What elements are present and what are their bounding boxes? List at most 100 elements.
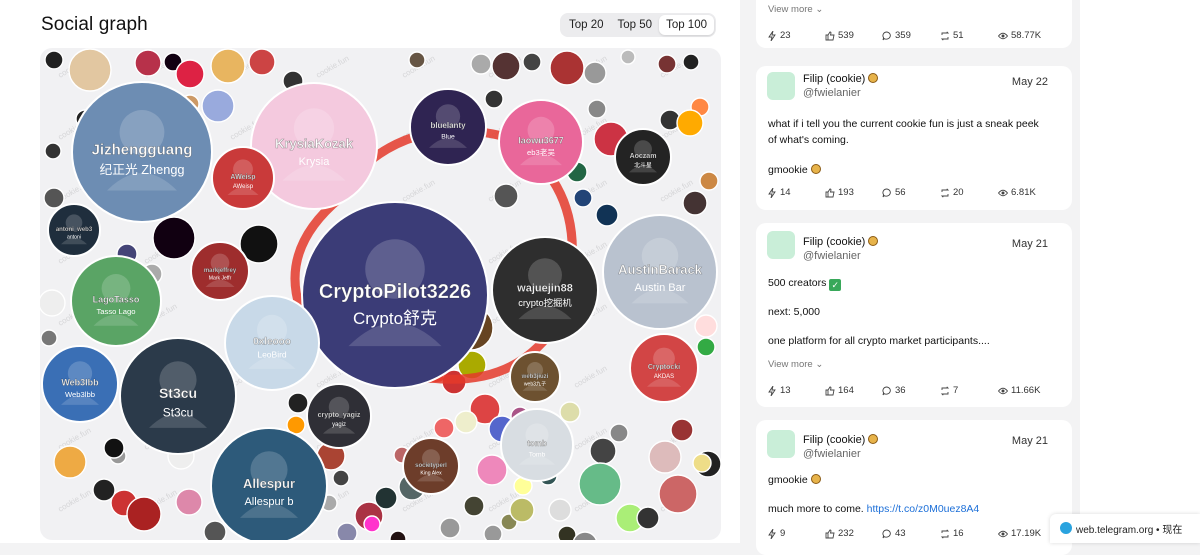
bubble-label: societyperl [415, 463, 447, 469]
user-bubble[interactable] [44, 142, 62, 160]
user-bubble[interactable] [103, 437, 125, 459]
retweets-stat[interactable]: 16 [940, 528, 998, 539]
bubble-label: Allespur [243, 476, 295, 491]
views-stat[interactable]: 58.77K [998, 30, 1041, 41]
fire-stat[interactable]: 23 [767, 30, 825, 41]
user-bubble[interactable] [578, 462, 622, 506]
user-bubble[interactable] [589, 437, 617, 465]
user-bubble[interactable] [522, 52, 542, 72]
user-bubble[interactable] [134, 49, 162, 77]
user-bubble[interactable] [491, 51, 521, 81]
likes-stat[interactable]: 164 [825, 385, 882, 396]
user-bubble[interactable] [454, 410, 478, 434]
likes-stat[interactable]: 232 [825, 528, 882, 539]
user-bubble[interactable] [696, 337, 716, 357]
fire-stat[interactable]: 13 [767, 385, 825, 396]
user-bubble[interactable] [509, 497, 535, 523]
user-bubble[interactable] [595, 203, 619, 227]
likes-stat[interactable]: 539 [825, 30, 882, 41]
user-bubble[interactable] [363, 515, 381, 533]
avatar[interactable] [767, 231, 795, 259]
view-more-link[interactable]: View more ⌄ [768, 359, 823, 370]
tab-top-50[interactable]: Top 50 [611, 15, 660, 35]
user-bubble[interactable] [92, 478, 116, 502]
views-stat[interactable]: 6.81K [998, 187, 1036, 198]
user-bubble[interactable] [573, 188, 593, 208]
user-bubble[interactable] [389, 530, 407, 540]
replies-stat[interactable]: 359 [882, 30, 940, 41]
user-bubble[interactable] [248, 48, 276, 76]
social-graph-canvas[interactable]: cookie.fun cookie.fun cookie.fun cookie.fun… [40, 48, 721, 540]
bubble-sublabel: eb3老吴 [527, 147, 555, 157]
user-bubble[interactable] [40, 289, 66, 317]
tab-top-100[interactable]: Top 100 [659, 15, 714, 35]
user-bubble[interactable] [40, 329, 58, 347]
retweets-stat[interactable]: 7 [940, 385, 998, 396]
user-bubble[interactable] [374, 486, 398, 510]
user-bubble[interactable] [557, 525, 577, 540]
bubble-label: bluelanty [430, 121, 466, 130]
avatar[interactable] [767, 430, 795, 458]
user-bubble[interactable] [493, 183, 519, 209]
views-stat[interactable]: 11.66K [998, 385, 1040, 396]
user-bubble[interactable] [210, 48, 246, 84]
fire-stat[interactable]: 9 [767, 528, 825, 539]
views-stat[interactable]: 17.19K [998, 528, 1041, 539]
user-bubble[interactable] [126, 496, 162, 532]
user-bubble[interactable] [336, 522, 358, 540]
user-bubble[interactable] [609, 423, 629, 443]
replies-stat[interactable]: 43 [882, 528, 940, 539]
bubble-graph[interactable]: cookie.fun cookie.fun cookie.fun cookie.fun… [40, 48, 721, 540]
user-bubble[interactable] [572, 531, 598, 540]
tab-top-20[interactable]: Top 20 [562, 15, 611, 35]
user-bubble[interactable] [648, 440, 682, 474]
retweets-stat[interactable]: 20 [940, 187, 998, 198]
thumbs-up-icon [825, 386, 835, 395]
user-bubble[interactable] [175, 59, 205, 89]
user-bubble[interactable] [463, 495, 485, 517]
user-bubble[interactable] [476, 454, 508, 486]
tweet-line: much more to come. https://t.co/z0M0uez8… [768, 503, 980, 515]
user-bubble[interactable] [470, 53, 492, 75]
user-bubble[interactable] [433, 417, 455, 439]
user-bubble[interactable] [548, 498, 572, 522]
user-bubble[interactable] [483, 524, 503, 540]
user-bubble[interactable] [636, 506, 660, 530]
browser-notification[interactable]: web.telegram.org • 现在 [1050, 514, 1200, 543]
user-bubble[interactable] [692, 453, 712, 473]
user-bubble[interactable] [694, 314, 718, 338]
tweet-line: gmookie [768, 472, 1058, 488]
user-bubble[interactable] [175, 488, 203, 516]
user-bubble[interactable] [699, 171, 719, 191]
user-bubble[interactable] [68, 48, 112, 92]
user-bubble[interactable] [682, 53, 700, 71]
retweets-stat[interactable]: 51 [940, 30, 998, 41]
replies-stat[interactable]: 36 [882, 385, 940, 396]
tweet-link[interactable]: https://t.co/z0M0uez8A4 [867, 503, 980, 515]
avatar[interactable] [767, 72, 795, 100]
user-bubble[interactable] [670, 418, 694, 442]
user-bubble[interactable] [287, 392, 309, 414]
user-bubble[interactable] [439, 517, 461, 539]
user-bubble[interactable] [203, 520, 227, 540]
user-bubble[interactable] [620, 49, 636, 65]
replies-stat[interactable]: 56 [882, 187, 940, 198]
user-bubble[interactable] [152, 216, 196, 260]
user-bubble[interactable] [53, 445, 87, 479]
user-bubble[interactable] [44, 50, 64, 70]
user-bubble[interactable] [682, 190, 708, 216]
user-bubble[interactable] [484, 89, 504, 109]
user-bubble[interactable] [549, 50, 585, 86]
user-bubble[interactable] [658, 474, 698, 514]
view-more-link[interactable]: View more ⌄ [768, 4, 823, 15]
fire-stat[interactable]: 14 [767, 187, 825, 198]
user-bubble[interactable] [676, 109, 704, 137]
user-bubble[interactable] [657, 54, 677, 74]
user-bubble[interactable] [583, 61, 607, 85]
user-bubble[interactable] [43, 187, 65, 209]
likes-stat[interactable]: 193 [825, 187, 882, 198]
user-bubble[interactable] [408, 51, 426, 69]
user-bubble[interactable] [201, 89, 235, 123]
user-bubble[interactable] [332, 469, 350, 487]
user-bubble[interactable] [587, 99, 607, 119]
